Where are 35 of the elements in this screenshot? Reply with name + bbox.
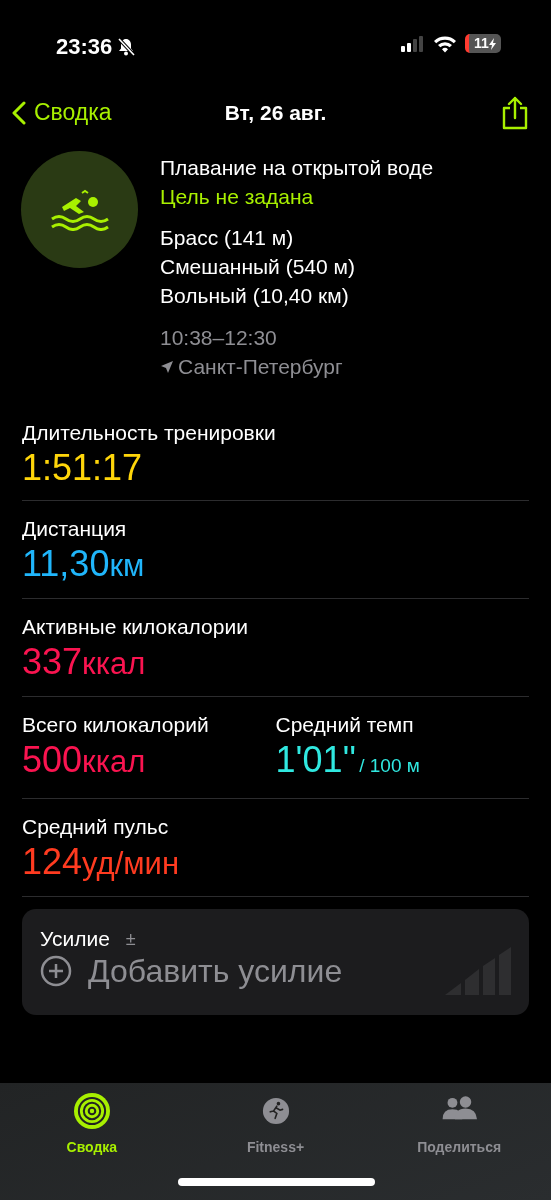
metric-label: Длительность тренировки xyxy=(22,420,277,446)
goal-status: Цель не задана xyxy=(160,184,315,210)
metric-value: 1:51:17 xyxy=(22,447,144,489)
battery-level: 11 xyxy=(474,34,489,53)
back-link[interactable]: Сводка xyxy=(12,95,112,130)
tab-item[interactable]: Поделиться xyxy=(367,1083,551,1200)
metric-label: Средний пульс xyxy=(22,814,170,840)
metric-value: 11,30км xyxy=(22,543,146,586)
stroke-distance: Вольный (10,40 км) xyxy=(160,283,350,309)
clock-time: 23:36 xyxy=(56,33,113,61)
tab-item[interactable]: Сводка xyxy=(0,1083,184,1200)
metric-value: 500ккал xyxy=(22,739,147,782)
metric-value: 1'01''/ 100 м xyxy=(275,739,421,782)
chevron-left-icon xyxy=(12,100,26,125)
share-icon xyxy=(501,95,529,130)
metric-label: Всего килокалорий xyxy=(22,712,210,738)
signal-icon xyxy=(401,35,425,52)
tab-item[interactable]: Fitness+ xyxy=(183,1083,368,1200)
wifi-icon xyxy=(433,34,457,53)
metric-label: Активные килокалории xyxy=(22,614,249,640)
plus-circle-icon xyxy=(40,955,72,987)
swimmer-icon xyxy=(49,188,110,231)
charging-bolt-icon xyxy=(488,37,496,50)
share-button[interactable] xyxy=(501,95,529,130)
metric-label: Дистанция xyxy=(22,516,128,542)
location-arrow-icon xyxy=(160,359,174,374)
metric-label: Средний темп xyxy=(275,712,415,738)
metric-value: 337ккал xyxy=(22,641,147,684)
time-range: 10:38–12:30 xyxy=(160,325,278,351)
location-name: Санкт-Петербург xyxy=(178,354,343,380)
stroke-distance: Брасс (141 м) xyxy=(160,225,295,251)
stroke-distance: Смешанный (540 м) xyxy=(160,254,356,280)
workout-name: Плавание на открытой воде xyxy=(160,155,434,181)
date-title: Вт, 26 авг. xyxy=(224,100,327,124)
metric-value: 124уд/мин xyxy=(22,841,180,884)
